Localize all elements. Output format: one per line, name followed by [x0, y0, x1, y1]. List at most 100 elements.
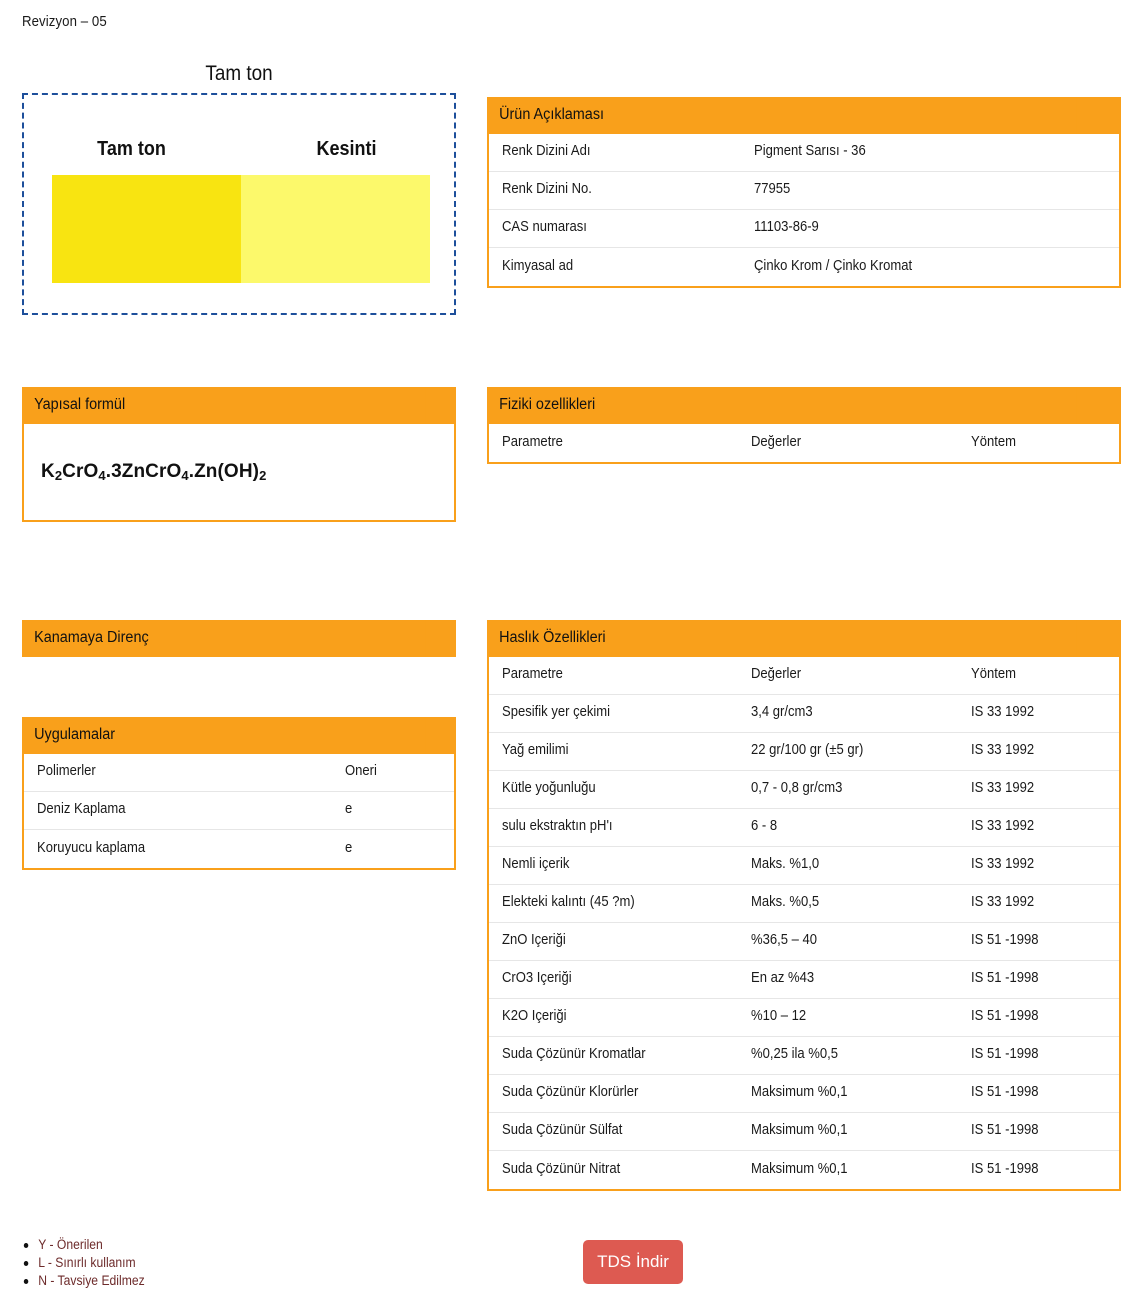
column-header-recommendation: Öneri [344, 764, 377, 780]
cell-parameter: Nemli içerik [502, 857, 570, 873]
cell-parameter: Suda Çözünür Klorürler [502, 1085, 639, 1101]
table-row: Polimerler Öneri [24, 754, 454, 792]
cell-parameter: CrO3 İçeriği [502, 971, 572, 987]
cell-parameter: sulu ekstraktın pH'ı [502, 819, 613, 835]
table-row: Koruyucu kaplama e [24, 830, 454, 868]
swatch-label-reduction: Kesinti [316, 138, 377, 160]
product-description-heading: Ürün Açıklaması [487, 97, 1077, 134]
row-value: Çinko Krom / Çinko Kromat [754, 258, 913, 274]
cell-method: IS 33 1992 [970, 781, 1034, 797]
row-value: Pigment Sarısı - 36 [754, 144, 866, 160]
table-row: CAS numarası 11103-86-9 [489, 210, 1119, 248]
cell-method: IS 33 1992 [970, 857, 1034, 873]
download-tds-button[interactable]: TDS İndir [583, 1240, 683, 1284]
fastness-properties-heading: Haslık Özellikleri [487, 620, 1077, 657]
structural-formula-heading: Yapısal formül [22, 387, 426, 424]
table-row: Suda Çözünür Nitrat Maksimum %0,1 IS 51 -1… [489, 1151, 1119, 1189]
table-row: Kütle yoğunluğu 0,7 - 0,8 gr/cm3 IS 33 199… [489, 771, 1119, 809]
swatch-label-full-tone: Tam ton [97, 138, 166, 160]
bleed-resistance-header: Kanamaya Direnç [22, 620, 456, 657]
cell-parameter: ZnO İçeriği [502, 933, 566, 949]
cell-recommendation: e [344, 840, 353, 856]
bleed-resistance-body [22, 656, 456, 679]
cell-value: 6 - 8 [751, 819, 778, 835]
swatch-panel: Tam ton Kesinti [22, 93, 456, 315]
page-root: Revizyon – 05 Tam ton Tam ton Kesinti Ür… [0, 0, 1125, 1299]
applications-card: Uygulamalar Polimerler Öneri Deniz Kaplama… [22, 717, 456, 870]
legend-item: L - Sınırlı kullanım [22, 1254, 145, 1272]
row-label: Renk Dizini No. [502, 182, 592, 198]
row-label: Kimyasal ad [502, 258, 574, 274]
column-header-method: Yöntem [970, 434, 1016, 450]
cell-method: IS 33 1992 [970, 819, 1034, 835]
chemical-formula: K2CrO4.3ZnCrO4.Zn(OH)2 [41, 460, 267, 483]
cell-value: 3,4 gr/cm3 [751, 705, 813, 721]
cell-method: IS 51 -1998 [970, 1123, 1039, 1139]
product-description-header: Ürün Açıklaması [487, 97, 1121, 134]
physical-properties-heading: Fiziki ozellikleri [487, 387, 1077, 424]
cell-value: Maksimum %0,1 [751, 1123, 848, 1139]
column-header-value: Değerler [751, 434, 802, 450]
cell-polymer: Koruyucu kaplama [37, 840, 146, 856]
cell-method: IS 51 -1998 [970, 1085, 1039, 1101]
table-row: Parametre Değerler Yöntem [489, 424, 1119, 462]
row-label: Renk Dizini Adı [502, 144, 591, 160]
cell-value: 0,7 - 0,8 gr/cm3 [751, 781, 843, 797]
applications-heading: Uygulamalar [22, 717, 426, 754]
table-row: Nemli içerik Maks. %1,0 IS 33 1992 [489, 847, 1119, 885]
cell-method: IS 33 1992 [970, 743, 1034, 759]
cell-parameter: Suda Çözünür Sülfat [502, 1123, 623, 1139]
table-row: Suda Çözünür Sülfat Maksimum %0,1 IS 51 -1… [489, 1113, 1119, 1151]
column-header-parameter: Parametre [502, 434, 563, 450]
fastness-properties-card: Haslık Özellikleri Parametre Değerler Yönt… [487, 620, 1121, 1191]
bleed-resistance-heading: Kanamaya Direnç [22, 620, 426, 657]
table-row: Suda Çözünür Kromatlar %0,25 ila %0,5 IS 5… [489, 1037, 1119, 1075]
cell-parameter: Kütle yoğunluğu [502, 781, 596, 797]
applications-body: Polimerler Öneri Deniz Kaplama e Koruyucu ka… [22, 753, 456, 870]
cell-parameter: Elekteki kalıntı (45 ?m) [502, 895, 635, 911]
swatch-panel-title: Tam ton [205, 62, 273, 85]
table-row: K2O İçeriği %10 – 12 IS 51 -1998 [489, 999, 1119, 1037]
revision-label: Revizyon – 05 [22, 13, 107, 30]
column-header-parameter: Parametre [502, 667, 563, 683]
table-row: Yağ emilimi 22 gr/100 gr (±5 gr) IS 33 199… [489, 733, 1119, 771]
cell-method: IS 51 -1998 [970, 1047, 1039, 1063]
applications-header: Uygulamalar [22, 717, 456, 754]
swatch-colors [52, 175, 430, 283]
table-row: Renk Dizini No. 77955 [489, 172, 1119, 210]
cell-value: Maksimum %0,1 [751, 1161, 848, 1177]
table-row: ZnO İçeriği %36,5 – 40 IS 51 -1998 [489, 923, 1119, 961]
swatch-color-reduction [241, 175, 430, 283]
swatch-color-full-tone [52, 175, 241, 283]
cell-method: IS 51 -1998 [970, 1161, 1039, 1177]
cell-value: %36,5 – 40 [751, 933, 818, 949]
structural-formula-header: Yapısal formül [22, 387, 456, 424]
cell-recommendation: e [344, 802, 353, 818]
legend-item: Y - Önerilen [22, 1236, 145, 1254]
cell-method: IS 33 1992 [970, 705, 1034, 721]
table-row: Renk Dizini Adı Pigment Sarısı - 36 [489, 134, 1119, 172]
table-row: Suda Çözünür Klorürler Maksimum %0,1 IS 51… [489, 1075, 1119, 1113]
cell-method: IS 51 -1998 [970, 971, 1039, 987]
cell-method: IS 51 -1998 [970, 933, 1039, 949]
cell-value: %0,25 ila %0,5 [751, 1047, 839, 1063]
cell-value: Maks. %1,0 [751, 857, 820, 873]
table-row: Parametre Değerler Yöntem [489, 657, 1119, 695]
table-row: Deniz Kaplama e [24, 792, 454, 830]
column-header-polymer: Polimerler [37, 764, 96, 780]
table-row: Spesifik yer çekimi 3,4 gr/cm3 IS 33 1992 [489, 695, 1119, 733]
table-row: Kimyasal ad Çinko Krom / Çinko Kromat [489, 248, 1119, 286]
cell-parameter: Spesifik yer çekimi [502, 705, 611, 721]
cell-parameter: Yağ emilimi [502, 743, 569, 759]
cell-value: %10 – 12 [751, 1009, 807, 1025]
cell-value: En az %43 [751, 971, 815, 987]
legend-item: N - Tavsiye Edilmez [22, 1272, 145, 1290]
cell-parameter: Suda Çözünür Kromatlar [502, 1047, 646, 1063]
table-row: CrO3 İçeriği En az %43 IS 51 -1998 [489, 961, 1119, 999]
column-header-method: Yöntem [970, 667, 1016, 683]
table-row: Elekteki kalıntı (45 ?m) Maks. %0,5 IS 33 … [489, 885, 1119, 923]
cell-parameter: Suda Çözünür Nitrat [502, 1161, 621, 1177]
cell-value: Maksimum %0,1 [751, 1085, 848, 1101]
table-row: sulu ekstraktın pH'ı 6 - 8 IS 33 1992 [489, 809, 1119, 847]
cell-method: IS 51 -1998 [970, 1009, 1039, 1025]
